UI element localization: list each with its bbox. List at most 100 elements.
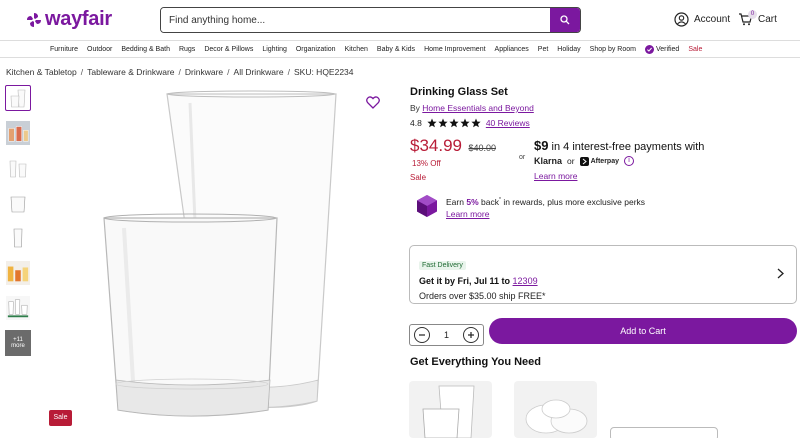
nav-outdoor[interactable]: Outdoor [87, 46, 112, 53]
providers-or: or [567, 156, 575, 166]
fast-delivery-badge: Fast Delivery [419, 261, 466, 270]
breadcrumb-item[interactable]: Tableware & Drinkware [87, 67, 174, 77]
chevron-right-icon [777, 268, 784, 279]
search-button[interactable] [550, 8, 580, 32]
heart-icon [366, 96, 380, 109]
wayfair-logo[interactable]: wayfair [26, 8, 112, 31]
colorful-drinks-thumbnail-image [6, 261, 30, 285]
nav-holiday[interactable]: Holiday [557, 46, 580, 53]
rating-value: 4.8 [410, 118, 422, 128]
brand-link[interactable]: Home Essentials and Beyond [422, 103, 534, 113]
breadcrumb-separator: / [80, 67, 84, 77]
breadcrumb-separator: / [287, 67, 290, 77]
minus-icon [419, 334, 425, 336]
breadcrumb-item[interactable]: Kitchen & Tabletop [6, 67, 77, 77]
nav-decor-pillows[interactable]: Decor & Pillows [204, 46, 253, 53]
plus-icon [467, 332, 474, 338]
account-button[interactable]: Account [674, 12, 730, 27]
search-icon [560, 15, 570, 25]
main-product-image[interactable] [90, 88, 350, 423]
search-input[interactable] [161, 8, 551, 32]
recommendations-heading: Get Everything You Need [410, 356, 542, 368]
installment-text: in 4 interest-free payments with [551, 141, 705, 153]
nav-lighting[interactable]: Lighting [262, 46, 287, 53]
nav-kitchen[interactable]: Kitchen [345, 46, 368, 53]
breadcrumb-item[interactable]: All Drinkware [234, 67, 284, 77]
nav-pet[interactable]: Pet [538, 46, 549, 53]
lifestyle-thumbnail-image [6, 121, 30, 145]
rewards-back: back [481, 196, 499, 207]
thumbnail-5[interactable] [5, 225, 31, 251]
or-divider: or [519, 154, 526, 161]
thumbnail-6[interactable] [5, 260, 31, 286]
nav-verified[interactable]: Verified [644, 44, 680, 54]
glass-thumbnail-image [10, 196, 26, 213]
sku-label: SKU: HQE2234 [293, 67, 354, 77]
nav-organization[interactable]: Organization [296, 46, 336, 53]
zip-code-link[interactable]: 12309 [513, 276, 538, 286]
glass-set-product-image [422, 385, 475, 438]
delivery-estimate: Get it by Fri, Jul 11 to 12309 [419, 276, 787, 286]
nav-rugs[interactable]: Rugs [179, 46, 195, 53]
star-rating [427, 118, 481, 128]
dinnerware-product-image [525, 399, 588, 434]
nav-home-improvement[interactable]: Home Improvement [424, 46, 485, 53]
rewards-learn-more-link[interactable]: Learn more [446, 209, 489, 219]
nav-verified-label: Verified [655, 45, 680, 53]
star-icon [438, 118, 448, 128]
payment-providers: Klarna or Afterpay i [534, 156, 704, 166]
thumbnail-1[interactable] [5, 85, 31, 111]
recommendation-card[interactable] [409, 381, 492, 438]
glass-set-thumbnail-image [6, 296, 30, 320]
product-info: Drinking Glass Set By Home Essentials an… [410, 86, 795, 128]
delivery-card[interactable]: Fast Delivery Get it by Fri, Jul 11 to 1… [409, 245, 797, 304]
info-icon[interactable]: i [623, 156, 634, 166]
recommendation-card[interactable] [610, 427, 718, 438]
breadcrumb-separator: / [178, 67, 181, 77]
site-header: wayfair Account 0 Cart [0, 0, 800, 40]
quantity-value[interactable]: 1 [444, 330, 449, 340]
rating-row: 4.8 40 Reviews [410, 118, 795, 128]
rewards-block: Earn 5% back* in rewards, plus more excl… [416, 194, 645, 220]
cart-count-badge: 0 [748, 10, 757, 19]
cart-icon-wrap: 0 [738, 10, 757, 26]
star-icon [427, 118, 437, 128]
decrease-quantity-button[interactable] [414, 327, 430, 343]
thumbnail-2[interactable] [5, 120, 31, 146]
nav-furniture[interactable]: Furniture [50, 46, 78, 53]
favorite-button[interactable] [366, 96, 380, 114]
original-price: $40.00 [468, 143, 496, 153]
sale-label: Sale [410, 173, 427, 182]
thumbnail-4[interactable] [5, 190, 31, 216]
thumbnail-more[interactable]: +11 more [5, 330, 31, 356]
rewards-text: Earn 5% back* in rewards, plus more excl… [446, 194, 645, 220]
afterpay-label: Afterpay [590, 157, 619, 165]
account-icon [674, 12, 689, 27]
nav-shop-by-room[interactable]: Shop by Room [590, 46, 636, 53]
category-nav: Furniture Outdoor Bedding & Bath Rugs De… [0, 40, 800, 58]
add-to-cart-button[interactable]: Add to Cart [489, 318, 797, 344]
cart-button[interactable]: 0 Cart [738, 10, 777, 26]
breadcrumb-item[interactable]: Drinkware [185, 67, 223, 77]
account-label: Account [694, 14, 731, 25]
glass-thumbnail-image [9, 160, 27, 178]
thumbnail-3[interactable] [5, 155, 31, 181]
reviews-link[interactable]: 40 Reviews [486, 118, 530, 128]
nav-baby-kids[interactable]: Baby & Kids [377, 46, 415, 53]
nav-sale[interactable]: Sale [688, 46, 702, 53]
glass-thumbnail-image [10, 89, 26, 108]
recommendation-card[interactable] [514, 381, 597, 438]
thumbnail-7[interactable] [5, 295, 31, 321]
installments-learn-more-link[interactable]: Learn more [534, 171, 577, 181]
installment-line: $9 in 4 interest-free payments with [534, 138, 704, 153]
sale-price: $34.99 [410, 136, 462, 155]
glass-thumbnail-image [13, 228, 23, 248]
breadcrumb: Kitchen & Tabletop / Tableware & Drinkwa… [6, 67, 354, 77]
increase-quantity-button[interactable] [462, 327, 479, 343]
search-bar [160, 7, 581, 33]
price-block: $34.99 $40.00 13% Off Sale [410, 136, 496, 182]
product-title: Drinking Glass Set [410, 86, 508, 98]
nav-appliances[interactable]: Appliances [495, 46, 529, 53]
nav-bedding-bath[interactable]: Bedding & Bath [121, 46, 170, 53]
star-icon [460, 118, 470, 128]
